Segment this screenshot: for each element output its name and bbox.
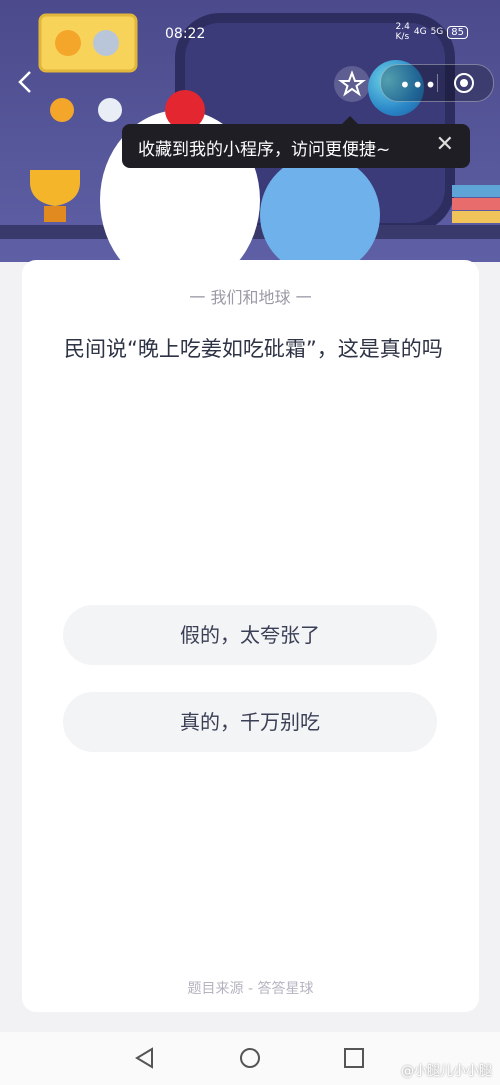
net-speed: 2.4 K/s xyxy=(395,22,410,42)
back-icon[interactable] xyxy=(12,68,40,96)
hero-banner: 08:22 2.4 K/s 4G 5G 85 ••• 收藏到我的小程序，访问更便… xyxy=(0,0,500,262)
quiz-card: 一 我们和地球 一 民间说“晚上吃姜如吃砒霜”，这是真的吗 假的，太夸张了 真的… xyxy=(22,260,479,1012)
favorite-button[interactable] xyxy=(334,66,370,102)
signal-5g: 5G xyxy=(430,27,444,37)
star-icon xyxy=(338,70,366,97)
answer-option-true[interactable]: 真的，千万别吃 xyxy=(63,692,437,752)
status-indicators: 2.4 K/s 4G 5G 85 xyxy=(396,22,468,42)
tooltip-arrow xyxy=(342,116,358,124)
nav-back-icon[interactable] xyxy=(132,1046,156,1070)
watermark: @小腿儿小小腿 xyxy=(400,1064,492,1079)
quiz-category: 一 我们和地球 一 xyxy=(189,288,312,307)
quiz-question: 民间说“晚上吃姜如吃砒霜”，这是真的吗 xyxy=(64,337,443,361)
status-bar: 08:22 2.4 K/s 4G 5G 85 xyxy=(0,0,500,50)
capsule-divider xyxy=(437,74,438,92)
tooltip-text: 收藏到我的小程序，访问更便捷~ xyxy=(138,140,391,160)
nav-home-icon[interactable] xyxy=(238,1046,262,1070)
signal-4g: 4G xyxy=(413,27,427,37)
miniprogram-capsule: ••• xyxy=(380,64,494,102)
battery-indicator: 85 xyxy=(447,25,468,39)
status-time: 08:22 xyxy=(165,26,206,42)
question-source: 题目来源 - 答答星球 xyxy=(187,981,314,997)
answer-option-false[interactable]: 假的，太夸张了 xyxy=(63,605,437,665)
nav-recent-icon[interactable] xyxy=(342,1046,366,1070)
more-icon[interactable]: ••• xyxy=(399,73,437,97)
close-icon[interactable]: ✕ xyxy=(436,132,454,157)
add-to-favorites-tooltip: 收藏到我的小程序，访问更便捷~ ✕ xyxy=(122,116,470,168)
target-icon[interactable] xyxy=(453,72,475,94)
